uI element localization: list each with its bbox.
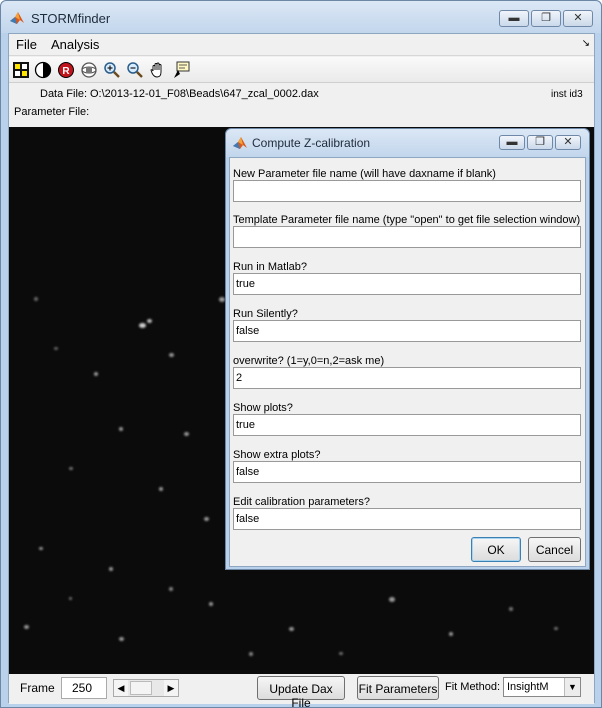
run-in-matlab-label: Run in Matlab? — [233, 261, 307, 273]
show-extra-plots-input[interactable]: false — [233, 461, 581, 483]
update-dax-file-button[interactable]: Update Dax File — [257, 676, 345, 708]
data-file-path: O:\2013-12-01_F08\Beads\647_zcal_0002.da… — [90, 88, 319, 100]
run-in-matlab-input[interactable]: true — [233, 273, 581, 295]
dialog-close-button[interactable]: ✕ — [555, 135, 581, 150]
show-extra-plots-label: Show extra plots? — [233, 449, 321, 461]
edit-calibration-parameters-label: Edit calibration parameters? — [233, 496, 370, 508]
minimize-icon: ▬ — [506, 136, 518, 148]
overwrite-label: overwrite? (1=y,0=n,2=ask me) — [233, 355, 385, 367]
template-parameter-file-label: Template Parameter file name (type "open… — [233, 214, 581, 226]
dock-arrow-icon[interactable]: ↘ — [582, 38, 590, 49]
dialog-maximize-button[interactable]: ❐ — [527, 135, 553, 150]
frame-input[interactable]: 250 — [61, 677, 107, 699]
menu-bar: File Analysis ↘ — [9, 34, 594, 56]
run-silently-input[interactable]: false — [233, 320, 581, 342]
toolbar: R — [9, 57, 594, 83]
bead-spot — [109, 567, 113, 571]
dropdown-arrow-icon: ▼ — [564, 678, 580, 696]
matlab-icon — [10, 12, 24, 24]
bead-spot — [169, 353, 174, 357]
instance-id: inst id3 — [551, 89, 583, 100]
bead-spot — [119, 637, 124, 641]
menu-analysis[interactable]: Analysis — [51, 37, 99, 52]
data-cursor-icon[interactable] — [12, 61, 30, 79]
maximize-button[interactable]: ❐ — [531, 10, 561, 27]
contrast-icon[interactable] — [34, 61, 52, 79]
bead-spot — [69, 467, 73, 470]
minimize-icon: ▬ — [508, 12, 520, 24]
parameter-file-label: Parameter File: — [14, 106, 90, 118]
slider-right-arrow-icon[interactable]: ▶ — [164, 680, 178, 696]
bead-spot — [289, 627, 294, 631]
fit-method-label: Fit Method: — [445, 681, 501, 693]
slider-left-arrow-icon[interactable]: ◀ — [114, 680, 128, 696]
pan-hand-icon[interactable] — [149, 61, 167, 79]
bead-spot — [24, 625, 29, 629]
close-icon: ✕ — [563, 136, 573, 148]
record-icon[interactable]: R — [57, 61, 75, 79]
minimize-button[interactable]: ▬ — [499, 10, 529, 27]
show-plots-input[interactable]: true — [233, 414, 581, 436]
file-info-panel: Data File: O:\2013-12-01_F08\Beads\647_z… — [9, 84, 594, 126]
bead-spot — [249, 652, 253, 656]
bead-spot — [119, 427, 123, 431]
bead-spot — [69, 597, 72, 600]
frame-label: Frame — [20, 681, 55, 695]
bead-spot — [147, 319, 152, 323]
cancel-button[interactable]: Cancel — [528, 537, 581, 562]
fit-method-select[interactable]: InsightM ▼ — [503, 677, 581, 697]
close-icon: ✕ — [573, 12, 583, 24]
bead-spot — [39, 547, 43, 550]
window-title: STORMfinder — [31, 11, 111, 26]
rotate-3d-icon[interactable] — [80, 61, 98, 79]
bead-spot — [339, 652, 343, 655]
dialog-minimize-button[interactable]: ▬ — [499, 135, 525, 150]
bead-spot — [209, 602, 213, 606]
dialog-window-controls: ▬ ❐ ✕ — [499, 135, 581, 150]
bead-spot — [509, 607, 513, 611]
bead-spot — [159, 487, 163, 491]
dialog-body: New Parameter file name (will have daxna… — [229, 157, 586, 567]
bead-spot — [184, 432, 189, 436]
bead-spot — [34, 297, 38, 301]
dialog-title-bar[interactable]: Compute Z-calibration ▬ ❐ ✕ — [226, 129, 589, 157]
svg-text:R: R — [62, 66, 70, 77]
zoom-in-icon[interactable] — [103, 61, 121, 79]
title-bar[interactable]: STORMfinder ▬ ❐ ✕ — [1, 1, 601, 33]
bead-spot — [169, 587, 173, 591]
restore-icon: ❐ — [541, 12, 551, 24]
zoom-out-icon[interactable] — [126, 61, 144, 79]
new-parameter-file-label: New Parameter file name (will have daxna… — [233, 168, 496, 180]
bead-spot — [204, 517, 209, 521]
overwrite-input[interactable]: 2 — [233, 367, 581, 389]
bead-spot — [94, 372, 98, 376]
compute-z-calibration-dialog: Compute Z-calibration ▬ ❐ ✕ New Paramete… — [225, 128, 590, 570]
data-tip-icon[interactable] — [172, 61, 190, 79]
slider-thumb[interactable] — [130, 681, 152, 695]
frame-slider[interactable]: ◀ ▶ — [113, 679, 179, 697]
matlab-icon — [233, 137, 247, 149]
data-file-label: Data File: — [40, 88, 88, 100]
close-button[interactable]: ✕ — [563, 10, 593, 27]
edit-calibration-parameters-input[interactable]: false — [233, 508, 581, 530]
template-parameter-file-input[interactable] — [233, 226, 581, 248]
show-plots-label: Show plots? — [233, 402, 293, 414]
bead-spot — [389, 597, 395, 602]
bead-spot — [54, 347, 58, 350]
fit-method-value: InsightM — [507, 681, 549, 693]
bead-spot — [449, 632, 453, 636]
ok-button[interactable]: OK — [471, 537, 521, 562]
bead-spot — [554, 627, 558, 630]
bead-spot — [139, 323, 146, 328]
window-controls: ▬ ❐ ✕ — [499, 10, 593, 27]
fit-parameters-button[interactable]: Fit Parameters — [357, 676, 439, 700]
menu-file[interactable]: File — [16, 37, 37, 52]
dialog-title: Compute Z-calibration — [252, 136, 371, 150]
restore-icon: ❐ — [535, 136, 545, 148]
bottom-bar: Frame 250 ◀ ▶ Update Dax File Fit Parame… — [9, 674, 594, 708]
new-parameter-file-input[interactable] — [233, 180, 581, 202]
run-silently-label: Run Silently? — [233, 308, 298, 320]
